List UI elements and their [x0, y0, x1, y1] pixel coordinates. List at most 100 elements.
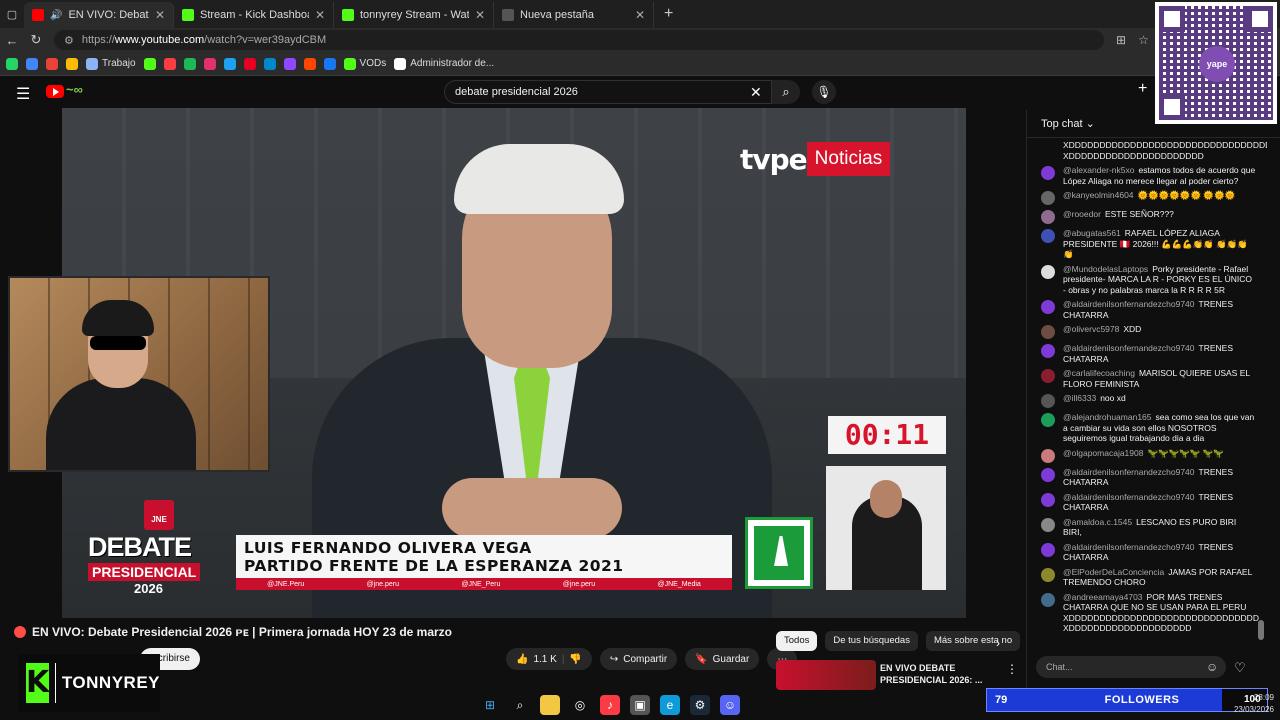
music-icon[interactable]: ♪ [600, 695, 620, 715]
avatar[interactable] [1041, 210, 1055, 224]
close-tab-icon[interactable]: ✕ [155, 8, 165, 22]
create-icon[interactable]: + [1138, 80, 1147, 98]
microphone-icon[interactable]: 🎙 [812, 80, 836, 104]
chat-message[interactable]: @amaldoa.c.1545 LESCANO ES PURO BIRI BIRI… [1027, 515, 1267, 540]
more-vert-icon[interactable]: ⋮ [1006, 662, 1018, 676]
chat-author[interactable]: @olivervc5978 [1063, 324, 1119, 334]
like-button[interactable]: 👍 1.1 K | 👎 [506, 648, 592, 670]
chat-author[interactable]: @ill6333 [1063, 393, 1096, 403]
chat-message[interactable]: @alejandrohuaman165 sea como sea los que … [1027, 410, 1267, 446]
chat-author[interactable]: @aldairdenilsonfernandezcho9740 [1063, 542, 1195, 552]
bookmark-item[interactable] [6, 57, 18, 70]
heart-icon[interactable]: ♡ [1234, 660, 1246, 676]
chat-message[interactable]: @ElPoderDeLaConciencia JAMAS POR RAFAEL T… [1027, 565, 1267, 590]
chat-message[interactable]: @andreeamaya4703 POR MAS TRENES CHATARRA … [1027, 590, 1267, 636]
chat-message[interactable]: @aldairdenilsonfernandezcho9740 TRENES CH… [1027, 297, 1267, 322]
search-input[interactable]: debate presidencial 2026 [444, 80, 772, 104]
thumb-down-icon[interactable]: 👎 [569, 654, 581, 665]
avatar[interactable] [1041, 542, 1055, 557]
bookmark-item[interactable] [243, 57, 256, 70]
clear-search-icon[interactable]: ✕ [750, 84, 762, 101]
back-icon[interactable]: ← [0, 33, 24, 48]
chat-author[interactable]: @aldairdenilsonfernandezcho9740 [1063, 467, 1195, 477]
chip-busquedas[interactable]: De tus búsquedas [825, 631, 918, 651]
chat-author[interactable]: @aldairdenilsonfernandezcho9740 [1063, 299, 1195, 309]
bookmark-item[interactable] [323, 57, 336, 70]
search-icon[interactable]: ⌕ [510, 695, 530, 715]
speaker-icon[interactable]: 🔊 [50, 10, 62, 21]
chat-author[interactable]: @abugatas561 [1063, 228, 1121, 238]
avatar[interactable] [1041, 229, 1055, 243]
recommended-title[interactable]: EN VIVO DEBATE PRESIDENCIAL 2026: ... [880, 662, 990, 686]
share-button[interactable]: ↪ Compartir [599, 648, 678, 670]
discord-icon[interactable]: ☺ [720, 695, 740, 715]
avatar[interactable] [1041, 394, 1055, 408]
chat-message[interactable]: @olivervc5978 XDD [1027, 322, 1267, 341]
recommended-thumbnail[interactable] [776, 660, 876, 690]
site-info-icon[interactable]: ⚙ [64, 34, 74, 47]
chat-message[interactable]: @rooedor ESTE SEÑOR??? [1027, 207, 1267, 226]
chat-message-list[interactable]: XDDDDDDDDDDDDDDDDDDDDDDDDDDDDDDDDD XDDDD… [1027, 138, 1267, 654]
bookmark-item[interactable] [223, 57, 236, 70]
chat-input[interactable]: Chat... [1036, 656, 1226, 678]
steam-icon[interactable]: ⚙ [690, 695, 710, 715]
window-menu-icon[interactable]: ▢ [0, 0, 24, 28]
chat-message[interactable]: @abugatas561 RAFAEL LÓPEZ ALIAGA PRESIDEN… [1027, 226, 1267, 262]
tab-youtube[interactable]: 🔊 EN VIVO: Debate Presidencial ✕ [24, 2, 174, 28]
url-field[interactable]: ⚙ https://www.youtube.com/watch?v=wer39a… [54, 30, 1104, 50]
obs-icon[interactable]: ◎ [570, 695, 590, 715]
bookmark-item[interactable] [163, 57, 176, 70]
avatar[interactable] [1041, 467, 1055, 482]
chat-message[interactable]: @ill6333 noo xd [1027, 391, 1267, 410]
tab-new[interactable]: Nueva pestaña ✕ [494, 2, 654, 28]
menu-icon[interactable]: ☰ [16, 84, 30, 104]
chat-message[interactable]: @aldairdenilsonfernandezcho9740 TRENES CH… [1027, 490, 1267, 515]
avatar[interactable] [1041, 567, 1055, 582]
avatar[interactable] [1041, 369, 1055, 383]
chat-message[interactable]: @aldairdenilsonfernandezcho9740 TRENES CH… [1027, 465, 1267, 490]
chat-author[interactable]: @aldairdenilsonfernandezcho9740 [1063, 492, 1195, 502]
chat-author[interactable]: @olgapomacaja1908 [1063, 448, 1143, 458]
chat-author[interactable]: @MundodelasLaptops [1063, 264, 1148, 274]
bookmark-item[interactable] [303, 57, 316, 70]
bookmark-item[interactable] [46, 57, 58, 70]
avatar[interactable] [1041, 191, 1055, 205]
tab-kick-dashboard[interactable]: Stream - Kick Dashboard ✕ [174, 2, 334, 28]
chat-author[interactable]: @alexander-nk5xo [1063, 165, 1134, 175]
bookmark-item[interactable] [283, 57, 296, 70]
avatar[interactable] [1041, 325, 1055, 339]
avatar[interactable] [1041, 141, 1055, 155]
bookmark-item[interactable]: Trabajo [86, 57, 136, 70]
chat-message[interactable]: XDDDDDDDDDDDDDDDDDDDDDDDDDDDDDDDDD XDDDD… [1027, 138, 1267, 163]
file-explorer-icon[interactable] [540, 695, 560, 715]
chat-message[interactable]: @olgapomacaja1908 🦖🦖🦖🦖🦖 🦖🦖 [1027, 446, 1267, 465]
chat-message[interactable]: @alexander-nk5xo estamos todos de acuerdo… [1027, 163, 1267, 188]
windows-start-icon[interactable]: ⊞ [480, 695, 500, 715]
bookmark-item[interactable] [26, 57, 38, 70]
avatar[interactable] [1041, 448, 1055, 463]
edge-icon[interactable]: e [660, 695, 680, 715]
install-icon[interactable]: ⊞ [1116, 33, 1126, 47]
chat-scrollbar[interactable] [1258, 140, 1264, 640]
chat-author[interactable]: @ElPoderDeLaConciencia [1063, 567, 1164, 577]
youtube-logo-icon[interactable] [46, 85, 64, 98]
avatar[interactable] [1041, 413, 1055, 427]
emoji-icon[interactable]: ☺ [1206, 660, 1218, 674]
bookmark-star-icon[interactable]: ☆ [1138, 33, 1149, 47]
chat-author[interactable]: @alejandrohuaman165 [1063, 412, 1152, 422]
bookmark-item[interactable] [203, 57, 216, 70]
chat-message[interactable]: @kanyeolmin4604 🌞🌞🌞🌞🌞🌞 🌞🌞🌞 [1027, 188, 1267, 207]
chat-message[interactable]: @aldairdenilsonfernandezcho9740 TRENES CH… [1027, 540, 1267, 565]
bookmark-item[interactable] [143, 57, 156, 70]
bookmark-item[interactable]: Administrador de... [394, 57, 494, 70]
avatar[interactable] [1041, 166, 1055, 180]
close-tab-icon[interactable]: ✕ [635, 8, 645, 22]
avatar[interactable] [1041, 517, 1055, 532]
chat-author[interactable]: @rooedor [1063, 209, 1101, 219]
close-tab-icon[interactable]: ✕ [315, 8, 325, 22]
bookmark-item[interactable] [66, 57, 78, 70]
doodle-icon[interactable]: ~∞ [66, 82, 83, 97]
chip-todos[interactable]: Todos [776, 631, 818, 651]
chat-message[interactable]: @MundodelasLaptops Porky presidente - Raf… [1027, 262, 1267, 298]
chat-author[interactable]: @amaldoa.c.1545 [1063, 517, 1132, 527]
